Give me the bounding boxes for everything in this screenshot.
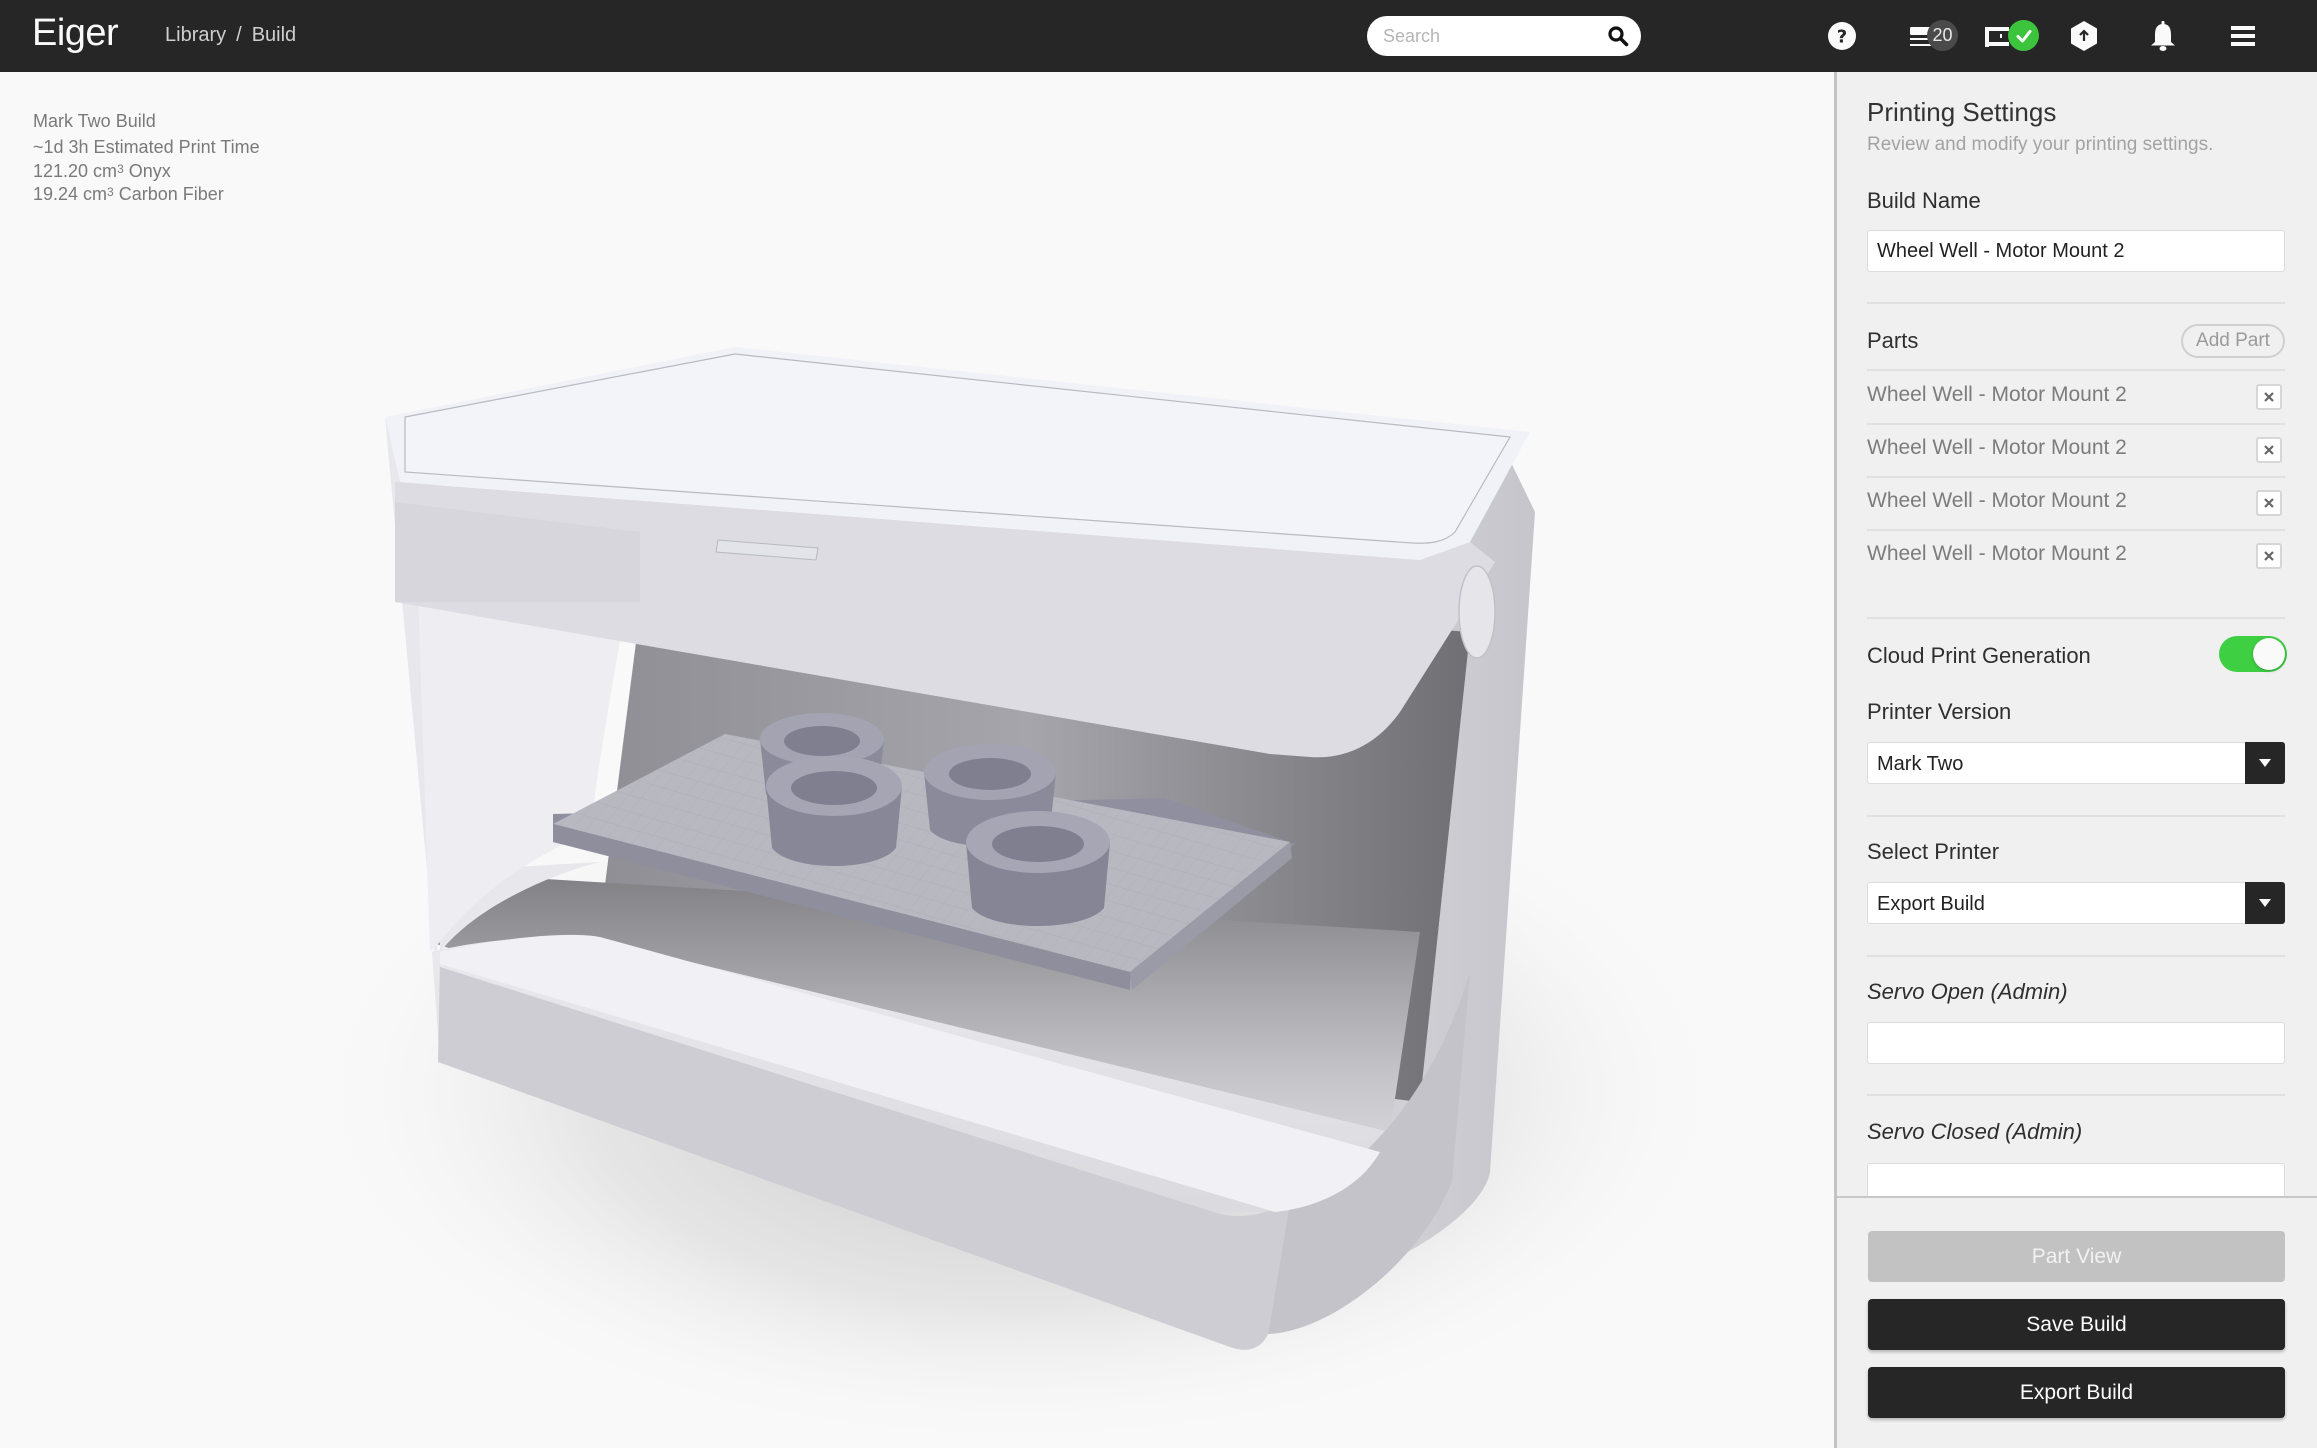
side-knob <box>1458 565 1496 659</box>
chevron-down-icon <box>2259 899 2271 907</box>
select-printer-value: Export Build <box>1877 893 1985 915</box>
dropdown-button[interactable] <box>2245 742 2285 784</box>
divider <box>1867 815 2285 817</box>
build-name-label: Build Name <box>1867 188 1981 213</box>
material-usage-carbon-fiber: 19.24 cm3 Carbon Fiber <box>33 183 224 204</box>
breadcrumb-build[interactable]: Build <box>252 24 296 47</box>
chevron-down-icon <box>2259 759 2271 767</box>
build-printer-name: Mark Two Build <box>33 111 156 131</box>
part-list-item[interactable]: Wheel Well - Motor Mount 2 <box>1867 424 2285 477</box>
search-input[interactable] <box>1383 16 1603 56</box>
breadcrumb-separator: / <box>236 24 242 46</box>
part-name: Wheel Well - Motor Mount 2 <box>1867 542 2127 565</box>
estimated-print-time: ~1d 3h Estimated Print Time <box>33 137 260 158</box>
panel-actions: Part View Save Build Export Build <box>1837 1196 2317 1448</box>
panel-title: Printing Settings <box>1867 97 2057 127</box>
search-icon[interactable] <box>1607 25 1629 47</box>
upload-icon <box>2071 21 2097 51</box>
close-icon <box>2264 498 2274 508</box>
breadcrumb: Library / Build <box>165 24 296 47</box>
divider <box>1867 617 2285 619</box>
build-viewport[interactable]: Mark Two Build ~1d 3h Estimated Print Ti… <box>0 72 1834 1448</box>
dropdown-button[interactable] <box>2245 882 2285 924</box>
queue-count-badge[interactable]: 20 <box>1927 20 1958 51</box>
notifications-bell-icon <box>2151 21 2175 51</box>
printer-ok-badge <box>2008 20 2039 51</box>
servo-closed-input[interactable] <box>1867 1163 2285 1196</box>
checkmark-icon <box>2016 29 2031 42</box>
part-list-item[interactable]: Wheel Well - Motor Mount 2 <box>1867 530 2285 583</box>
part-name: Wheel Well - Motor Mount 2 <box>1867 383 2127 406</box>
settings-scroll-area[interactable]: Printing Settings Review and modify your… <box>1837 72 2317 1196</box>
printing-settings-panel: Printing Settings Review and modify your… <box>1834 72 2317 1448</box>
close-icon <box>2264 392 2274 402</box>
servo-open-input[interactable] <box>1867 1022 2285 1064</box>
divider <box>1867 1094 2285 1096</box>
remove-part-button[interactable] <box>2256 490 2282 516</box>
help-icon: ? <box>1828 22 1856 50</box>
add-part-button[interactable]: Add Part <box>2181 324 2285 358</box>
close-icon <box>2264 445 2274 455</box>
parts-label: Parts <box>1867 328 1919 353</box>
remove-part-button[interactable] <box>2256 437 2282 463</box>
part-name: Wheel Well - Motor Mount 2 <box>1867 489 2127 512</box>
printer-version-select[interactable]: Mark Two <box>1867 742 2285 784</box>
toggle-knob <box>2253 638 2285 670</box>
menu-icon <box>2231 26 2255 46</box>
printer-version-label: Printer Version <box>1867 699 2012 724</box>
servo-open-label: Servo Open (Admin) <box>1867 979 2068 1004</box>
cloud-print-label: Cloud Print Generation <box>1867 643 2091 668</box>
divider <box>1867 955 2285 957</box>
build-info-overlay: Mark Two Build ~1d 3h Estimated Print Ti… <box>33 108 260 205</box>
svg-text:?: ? <box>1837 27 1847 48</box>
printed-part[interactable] <box>966 811 1110 926</box>
main-menu-button[interactable] <box>2229 18 2257 54</box>
part-list-item[interactable]: Wheel Well - Motor Mount 2 <box>1867 477 2285 530</box>
cloud-print-toggle[interactable] <box>2219 636 2287 672</box>
save-build-button[interactable]: Save Build <box>1868 1299 2285 1350</box>
remove-part-button[interactable] <box>2256 543 2282 569</box>
printed-part[interactable] <box>766 756 902 866</box>
notifications-button[interactable] <box>2148 18 2178 54</box>
top-navbar: Eiger Library / Build ? 20 <box>0 0 2317 72</box>
part-list-item[interactable]: Wheel Well - Motor Mount 2 <box>1867 371 2285 424</box>
material-usage-onyx: 121.20 cm3 Onyx <box>33 161 171 182</box>
breadcrumb-library[interactable]: Library <box>165 24 226 47</box>
brand-logo[interactable]: Eiger <box>32 12 119 55</box>
close-icon <box>2264 551 2274 561</box>
select-printer-select[interactable]: Export Build <box>1867 882 2285 924</box>
printer-version-value: Mark Two <box>1877 753 1964 775</box>
export-build-button[interactable]: Export Build <box>1868 1367 2285 1418</box>
build-name-input[interactable] <box>1867 230 2285 272</box>
printer-3d-render[interactable] <box>0 72 1834 1448</box>
help-button[interactable]: ? <box>1826 18 1858 54</box>
remove-part-button[interactable] <box>2256 384 2282 410</box>
divider <box>1867 302 2285 304</box>
servo-closed-label: Servo Closed (Admin) <box>1867 1119 2083 1144</box>
search-box <box>1367 16 1641 56</box>
upload-button[interactable] <box>2069 18 2099 54</box>
select-printer-label: Select Printer <box>1867 839 2000 864</box>
part-name: Wheel Well - Motor Mount 2 <box>1867 436 2127 459</box>
panel-subtitle: Review and modify your printing settings… <box>1867 134 2214 155</box>
part-view-button[interactable]: Part View <box>1868 1231 2285 1282</box>
